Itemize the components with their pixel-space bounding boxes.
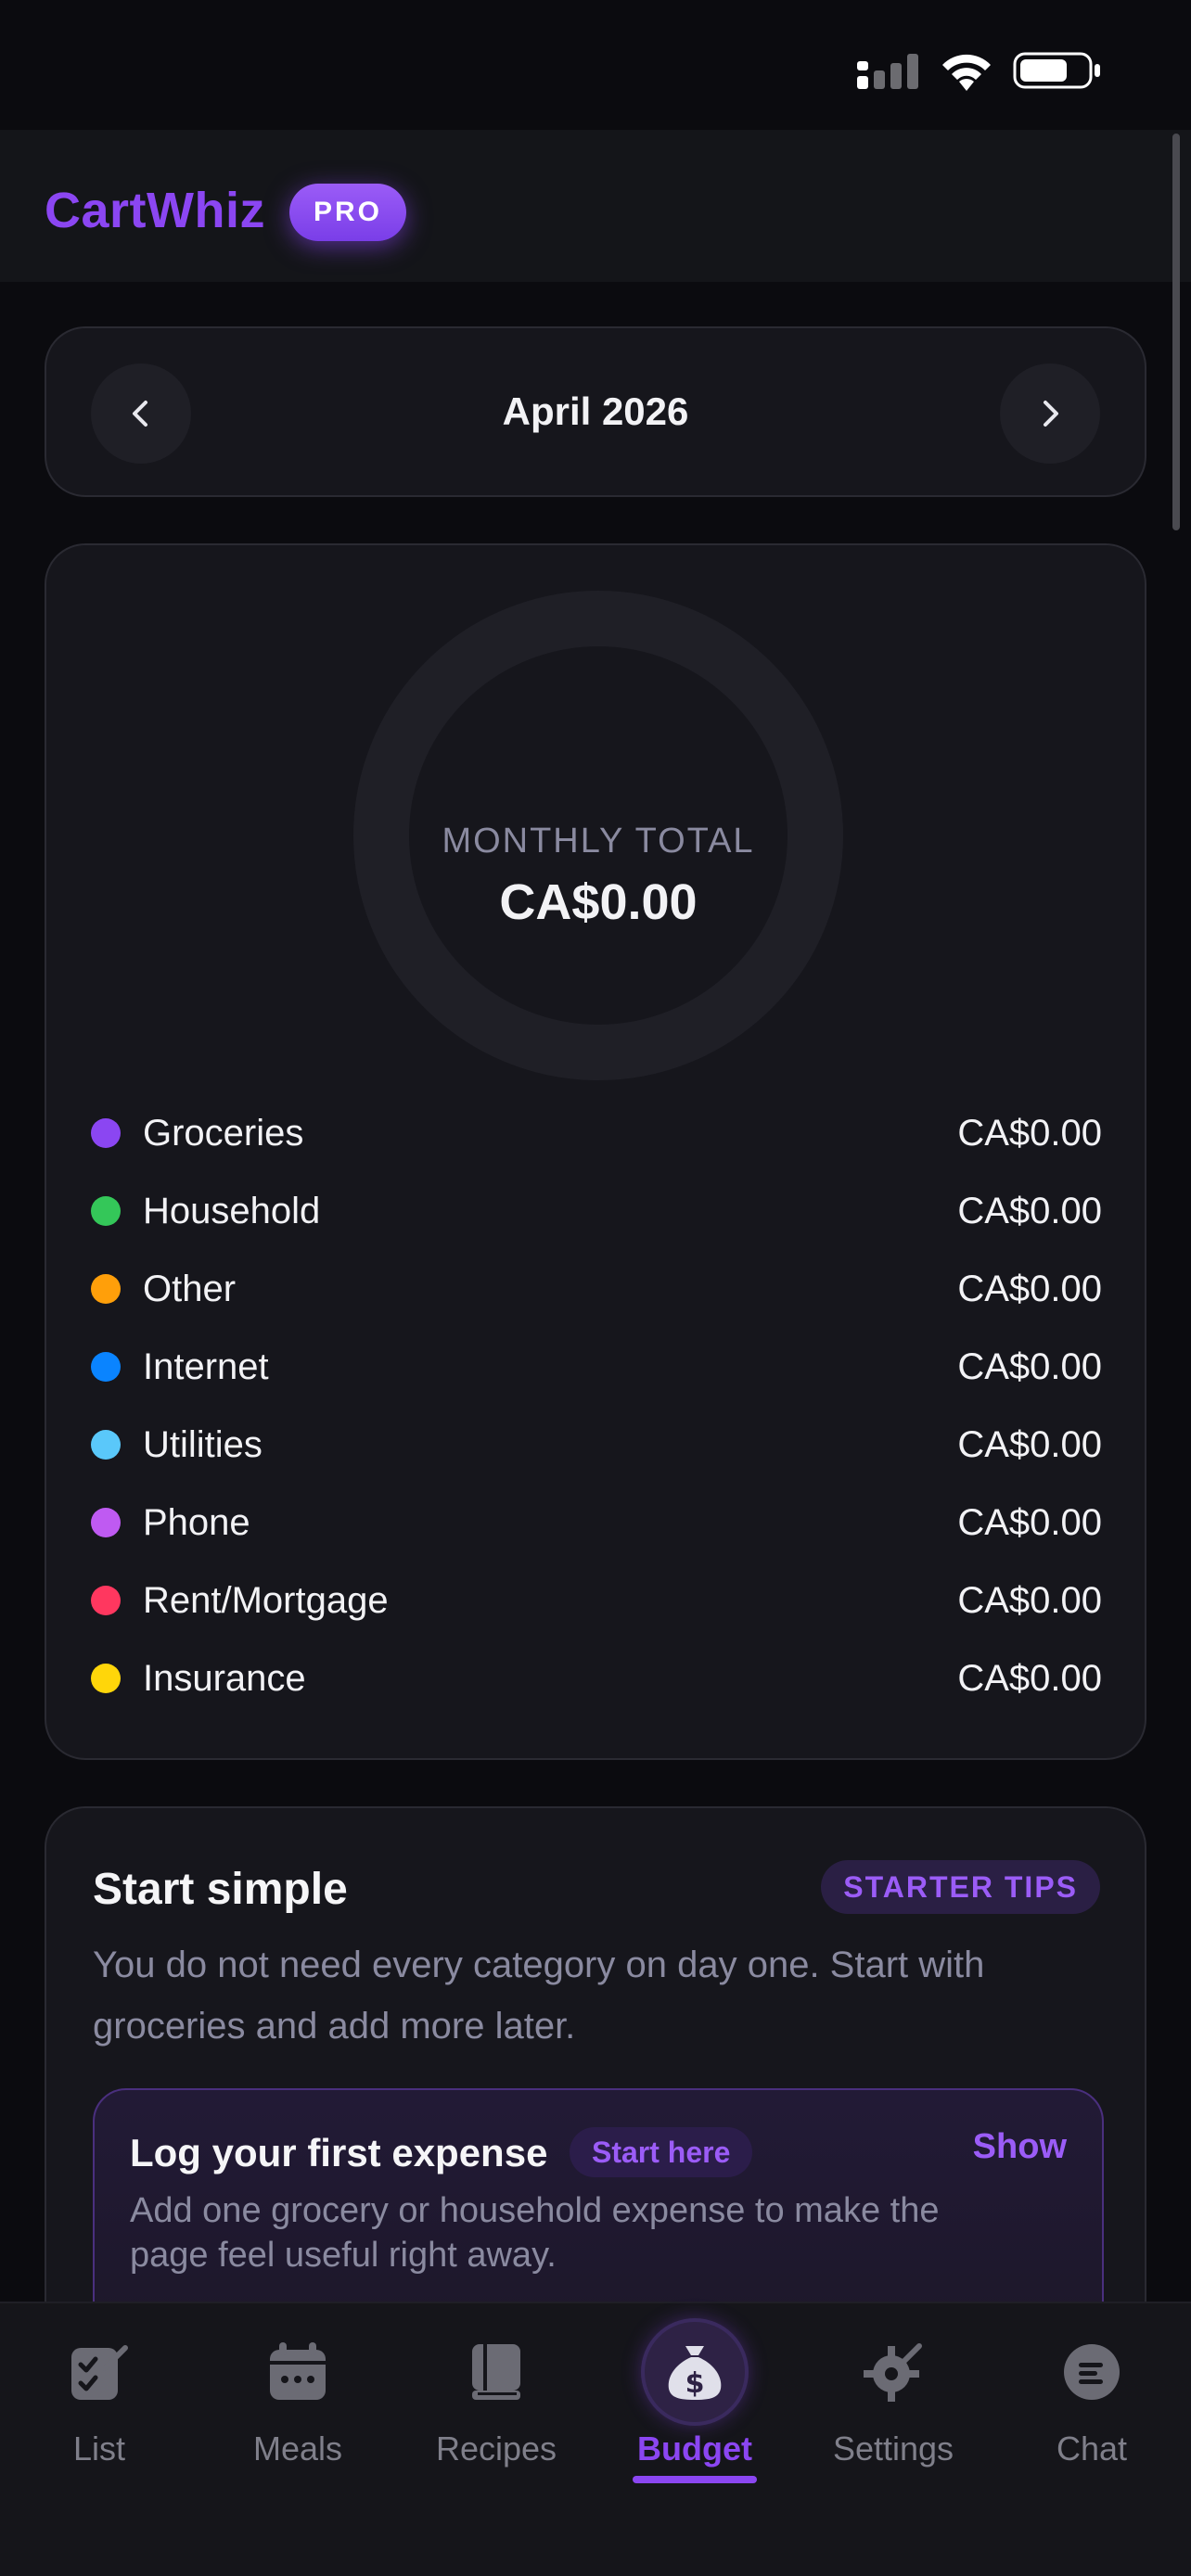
checklist-icon xyxy=(71,2345,128,2400)
category-name: Insurance xyxy=(143,1658,306,1699)
tab-label: Settings xyxy=(832,2429,954,2468)
tab-label: Chat xyxy=(1056,2429,1128,2468)
tab-budget[interactable]: $ Budget xyxy=(596,2303,794,2507)
chevron-right-icon xyxy=(1044,401,1058,427)
battery-icon xyxy=(1013,52,1100,89)
gear-icon xyxy=(864,2343,922,2402)
category-color-dot xyxy=(91,1196,121,1226)
category-row-other[interactable]: Other CA$0.00 xyxy=(91,1250,1102,1328)
category-name: Other xyxy=(143,1269,237,1309)
app-header: CartWhiz PRO xyxy=(0,130,1191,282)
calendar-icon xyxy=(270,2342,326,2400)
pro-badge[interactable]: PRO xyxy=(289,184,406,241)
wifi-icon xyxy=(942,54,991,91)
bottom-tab-bar: List Meals Recipes $ Budget Settings Cha… xyxy=(0,2302,1191,2576)
money-bag-icon: $ xyxy=(668,2346,722,2400)
tab-label: Budget xyxy=(637,2429,752,2468)
category-name: Phone xyxy=(143,1502,250,1543)
monthly-total-label: MONTHLY TOTAL xyxy=(442,822,755,861)
category-row-insurance[interactable]: Insurance CA$0.00 xyxy=(91,1639,1102,1717)
app-logo-text: CartWhiz xyxy=(45,183,265,238)
category-list: Groceries CA$0.00 Household CA$0.00 Othe… xyxy=(91,1094,1102,1717)
tab-recipes[interactable]: Recipes xyxy=(397,2303,596,2507)
spending-donut-chart: MONTHLY TOTAL CA$0.00 xyxy=(352,590,844,1081)
book-icon xyxy=(472,2344,520,2400)
monthly-summary-card: MONTHLY TOTAL CA$0.00 Groceries CA$0.00 … xyxy=(45,543,1146,1760)
start-here-chip: Start here xyxy=(570,2127,753,2177)
category-color-dot xyxy=(91,1274,121,1304)
category-row-household[interactable]: Household CA$0.00 xyxy=(91,1172,1102,1250)
category-row-rent-mortgage[interactable]: Rent/Mortgage CA$0.00 xyxy=(91,1562,1102,1639)
tab-settings[interactable]: Settings xyxy=(794,2303,992,2507)
category-name: Household xyxy=(143,1191,321,1231)
category-row-internet[interactable]: Internet CA$0.00 xyxy=(91,1328,1102,1406)
starter-tips-card: Start simple STARTER TIPS You do not nee… xyxy=(45,1806,1146,2381)
tab-list[interactable]: List xyxy=(0,2303,198,2507)
category-amount: CA$0.00 xyxy=(957,1113,1102,1154)
current-month-label: April 2026 xyxy=(502,389,689,433)
tab-label: Meals xyxy=(252,2429,343,2468)
starter-tips-badge: STARTER TIPS xyxy=(821,1860,1100,1914)
scroll-indicator[interactable] xyxy=(1172,134,1180,530)
monthly-total-value: CA$0.00 xyxy=(499,874,698,930)
category-amount: CA$0.00 xyxy=(957,1580,1102,1621)
tab-meals[interactable]: Meals xyxy=(198,2303,397,2507)
category-row-groceries[interactable]: Groceries CA$0.00 xyxy=(91,1094,1102,1172)
tips-description: You do not need every category on day on… xyxy=(93,1945,985,2047)
active-tab-indicator xyxy=(633,2476,757,2483)
category-row-utilities[interactable]: Utilities CA$0.00 xyxy=(91,1406,1102,1484)
tab-label: List xyxy=(72,2429,126,2468)
chat-bubble-icon xyxy=(1064,2344,1120,2400)
category-name: Internet xyxy=(143,1346,269,1387)
cellular-signal-icon xyxy=(857,54,918,89)
next-month-button[interactable] xyxy=(1000,363,1100,464)
category-amount: CA$0.00 xyxy=(957,1658,1102,1699)
month-selector: April 2026 xyxy=(45,326,1146,497)
status-bar xyxy=(0,0,1191,130)
tab-chat[interactable]: Chat xyxy=(992,2303,1191,2507)
category-name: Groceries xyxy=(143,1113,304,1154)
category-amount: CA$0.00 xyxy=(957,1269,1102,1309)
tips-title: Start simple xyxy=(93,1865,348,1914)
category-row-phone[interactable]: Phone CA$0.00 xyxy=(91,1484,1102,1562)
tab-label: Recipes xyxy=(435,2429,557,2468)
svg-text:$: $ xyxy=(685,2367,705,2400)
category-color-dot xyxy=(91,1664,121,1693)
category-name: Utilities xyxy=(143,1424,263,1465)
first-expense-description: Add one grocery or household expense to … xyxy=(130,2191,940,2275)
category-color-dot xyxy=(91,1118,121,1148)
category-amount: CA$0.00 xyxy=(957,1502,1102,1543)
category-name: Rent/Mortgage xyxy=(143,1580,389,1621)
category-color-dot xyxy=(91,1352,121,1382)
category-color-dot xyxy=(91,1508,121,1537)
category-amount: CA$0.00 xyxy=(957,1424,1102,1465)
category-amount: CA$0.00 xyxy=(957,1346,1102,1387)
show-button[interactable]: Show xyxy=(973,2127,1067,2167)
category-color-dot xyxy=(91,1586,121,1615)
category-color-dot xyxy=(91,1430,121,1460)
first-expense-title: Log your first expense xyxy=(130,2131,548,2174)
category-amount: CA$0.00 xyxy=(957,1191,1102,1231)
